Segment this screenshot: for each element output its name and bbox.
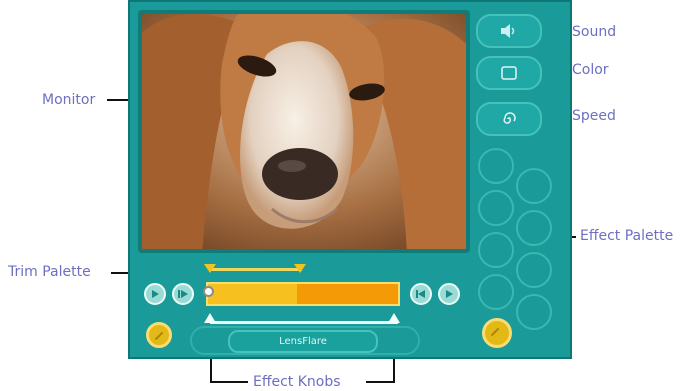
- trim-start-handle[interactable]: [204, 264, 216, 273]
- effect-palette-callout: Effect Palette: [580, 228, 674, 244]
- effect-slot[interactable]: [478, 274, 514, 310]
- trim-palette-callout: Trim Palette: [8, 264, 91, 280]
- rewind-icon: [416, 290, 425, 298]
- effect-slot[interactable]: [516, 294, 552, 330]
- forward-button[interactable]: [438, 283, 460, 305]
- sound-button[interactable]: [476, 14, 542, 48]
- effect-slot[interactable]: [478, 148, 514, 184]
- color-callout: Color: [572, 62, 609, 78]
- effect-start-knob[interactable]: [204, 313, 216, 323]
- apply-effect-button[interactable]: [482, 318, 512, 348]
- dog-photo-image: [142, 14, 466, 249]
- spiral-icon: [503, 112, 516, 124]
- effect-knobs-leader-left-horizontal: [210, 381, 248, 383]
- speed-button[interactable]: [476, 102, 542, 136]
- play-icon: [152, 290, 159, 298]
- color-button[interactable]: [476, 56, 542, 90]
- effect-end-knob[interactable]: [388, 313, 400, 323]
- play-button[interactable]: [144, 283, 166, 305]
- trim-end-handle[interactable]: [294, 264, 306, 273]
- timeline-played-segment: [208, 284, 298, 304]
- effect-knobs-leader-right-horizontal: [366, 381, 395, 383]
- effect-slot[interactable]: [516, 210, 552, 246]
- monitor: [142, 14, 466, 249]
- timeline-remaining-segment: [297, 284, 398, 304]
- effect-slot[interactable]: [478, 232, 514, 268]
- effect-knobs-callout: Effect Knobs: [253, 374, 341, 390]
- step-forward-button[interactable]: [172, 283, 194, 305]
- effect-slot[interactable]: [516, 168, 552, 204]
- remove-effect-button[interactable]: [146, 322, 172, 348]
- effect-range-line: [210, 321, 398, 324]
- timeline-bar[interactable]: [206, 282, 400, 306]
- forward-icon: [446, 290, 453, 298]
- color-swatch-icon: [501, 66, 517, 80]
- monitor-callout: Monitor: [42, 92, 96, 108]
- sound-callout: Sound: [572, 24, 617, 40]
- speed-callout: Speed: [572, 108, 616, 124]
- effect-slot[interactable]: [478, 190, 514, 226]
- rewind-button[interactable]: [410, 283, 432, 305]
- effect-editor-panel: LensFlare: [128, 0, 572, 359]
- trim-track: [210, 268, 302, 271]
- step-forward-icon: [178, 290, 188, 298]
- playhead-handle[interactable]: [203, 286, 214, 297]
- speaker-icon: [501, 24, 515, 38]
- effect-name-label: LensFlare: [228, 330, 378, 353]
- effect-slot[interactable]: [516, 252, 552, 288]
